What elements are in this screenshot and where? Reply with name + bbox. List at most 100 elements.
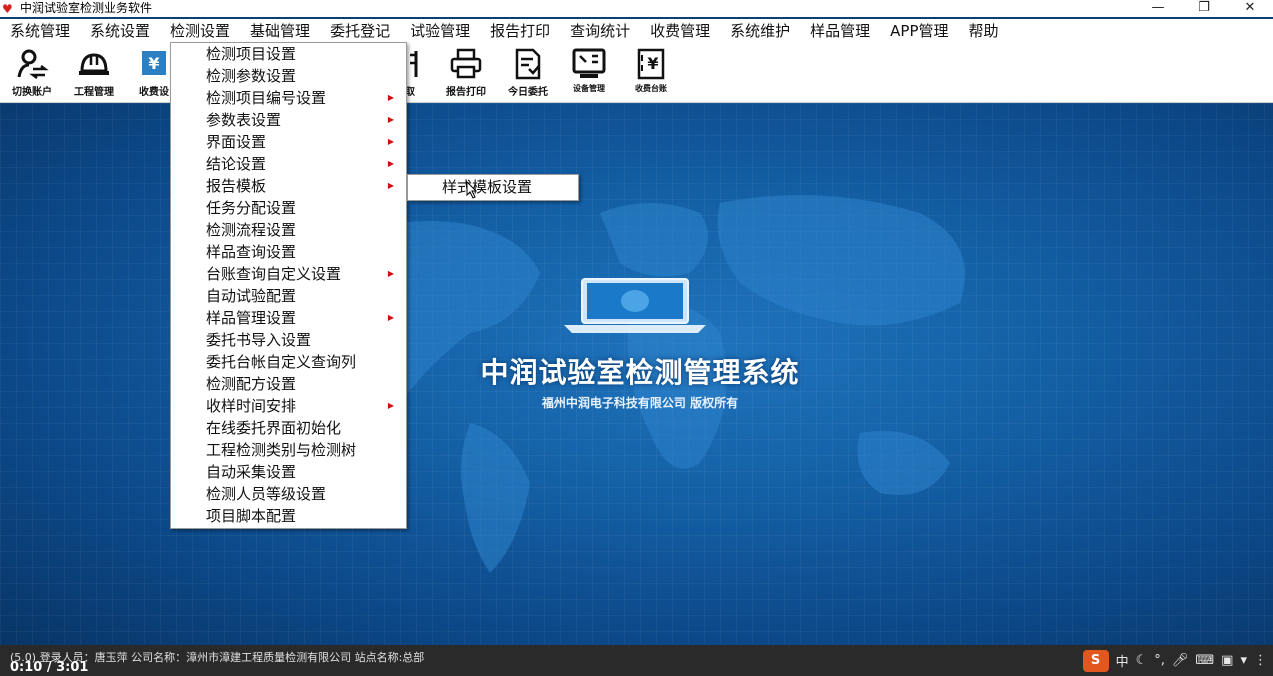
grid-icon[interactable]: ⋮ xyxy=(1254,653,1267,668)
menu-item-project-script[interactable]: 项目脚本配置 xyxy=(171,505,406,527)
yen-card-icon: ¥ xyxy=(142,51,166,75)
switch-account-label: 切换账户 xyxy=(12,87,52,98)
menu-item-label: 委托台帐自定义查询列 xyxy=(206,353,357,371)
menu-item-label: 参数表设置 xyxy=(206,111,282,129)
menu-item-param-table[interactable]: 参数表设置 ▶ xyxy=(171,109,406,131)
menu-sample-manage[interactable]: 样品管理 xyxy=(800,19,880,43)
menu-commission-register[interactable]: 委托登记 xyxy=(320,19,400,43)
test-settings-dropdown: 检测项目设置 检测参数设置 检测项目编号设置 ▶ 参数表设置 ▶ 界面设置 ▶ 结论设… xyxy=(170,42,407,529)
ime-toolbar: S 中 ☾ °, 🎤︎ ⌨ ▣ ▾ ⋮ xyxy=(1048,645,1273,676)
submenu-arrow-icon: ▶ xyxy=(387,401,394,410)
menu-item-label: 检测人员等级设置 xyxy=(206,485,327,503)
mouse-cursor-icon xyxy=(466,181,478,199)
equipment-manage-button[interactable]: 设备管理 xyxy=(559,47,619,101)
today-commission-label: 今日委托 xyxy=(508,87,548,98)
switch-account-button[interactable]: 切换账户 xyxy=(2,47,62,101)
menu-item-sample-query[interactable]: 样品查询设置 xyxy=(171,241,406,263)
menu-help[interactable]: 帮助 xyxy=(959,19,1009,43)
report-print-button[interactable]: 报告打印 xyxy=(436,47,496,101)
splash-title: 中润试验室检测管理系统 xyxy=(480,356,800,389)
menu-item-test-flow[interactable]: 检测流程设置 xyxy=(171,219,406,241)
hardhat-icon xyxy=(79,53,109,75)
restore-button[interactable]: ❐ xyxy=(1181,0,1227,17)
menu-item-label: 检测流程设置 xyxy=(206,221,297,239)
project-manage-label: 工程管理 xyxy=(74,87,114,98)
menu-system-manage[interactable]: 系统管理 xyxy=(0,19,80,43)
menu-item-ui-settings[interactable]: 界面设置 ▶ xyxy=(171,131,406,153)
menu-item-label: 台账查询自定义设置 xyxy=(206,265,342,283)
keyboard-icon[interactable]: ⌨ xyxy=(1195,653,1214,668)
menu-item-auto-collect[interactable]: 自动采集设置 xyxy=(171,461,406,483)
menu-item-task-assign[interactable]: 任务分配设置 xyxy=(171,197,406,219)
menu-item-style-template[interactable]: 样式模板设置 xyxy=(408,175,578,200)
menu-item-conclusion[interactable]: 结论设置 ▶ xyxy=(171,153,406,175)
menu-item-commission-import[interactable]: 委托书导入设置 xyxy=(171,329,406,351)
menu-item-label: 样品管理设置 xyxy=(206,309,297,327)
heart-icon: ♥ xyxy=(2,1,13,16)
menu-item-sample-manage[interactable]: 样品管理设置 ▶ xyxy=(171,307,406,329)
svg-text:¥: ¥ xyxy=(647,54,658,73)
minimize-button[interactable]: — xyxy=(1135,0,1181,17)
menu-item-label: 检测项目设置 xyxy=(206,45,297,63)
menu-item-report-template[interactable]: 报告模板 ▶ xyxy=(171,175,406,197)
fee-ledger-label: 收费台账 xyxy=(635,84,667,93)
menu-test-settings[interactable]: 检测设置 xyxy=(160,19,241,43)
menu-item-label: 收样时间安排 xyxy=(206,397,297,415)
menu-item-formula[interactable]: 检测配方设置 xyxy=(171,373,406,395)
sogou-logo-icon[interactable]: S xyxy=(1082,649,1109,672)
today-commission-button[interactable]: 今日委托 xyxy=(498,47,558,101)
close-button[interactable]: ✕ xyxy=(1227,0,1273,17)
menu-item-online-init[interactable]: 在线委托界面初始化 xyxy=(171,417,406,439)
submenu-arrow-icon: ▶ xyxy=(387,115,394,124)
menu-item-label: 结论设置 xyxy=(206,155,267,173)
equipment-manage-label: 设备管理 xyxy=(573,84,605,93)
menu-item-label: 自动采集设置 xyxy=(206,463,297,481)
submenu-arrow-icon: ▶ xyxy=(387,93,394,102)
menu-item-category-tree[interactable]: 工程检测类别与检测树 xyxy=(171,439,406,461)
menu-basic-manage[interactable]: 基础管理 xyxy=(240,19,320,43)
moon-icon[interactable]: ☾ xyxy=(1136,653,1148,668)
mic-icon[interactable]: 🎤︎ xyxy=(1172,653,1189,668)
video-time: 0:10 / 3:01 xyxy=(10,660,89,675)
title-bar: ♥ 中润试验室检测业务软件 — ❐ ✕ xyxy=(0,0,1273,17)
menu-item-sampling-schedule[interactable]: 收样时间安排 ▶ xyxy=(171,395,406,417)
menu-test-manage[interactable]: 试验管理 xyxy=(400,19,480,43)
laptop-logo-image xyxy=(564,278,706,333)
menu-item-label: 检测项目编号设置 xyxy=(206,89,327,107)
menu-item-label: 检测配方设置 xyxy=(206,375,297,393)
menu-item-label: 报告模板 xyxy=(206,177,267,195)
menu-item-label: 界面设置 xyxy=(206,133,267,151)
monitor-tool-icon xyxy=(572,48,606,78)
shirt-icon[interactable]: ▾ xyxy=(1240,653,1247,668)
submenu-arrow-icon: ▶ xyxy=(387,181,394,190)
menu-item-label: 任务分配设置 xyxy=(206,199,297,217)
menu-item-project-numbering[interactable]: 检测项目编号设置 ▶ xyxy=(171,87,406,109)
menu-item-label: 自动试验配置 xyxy=(206,287,297,305)
menu-item-ledger-columns[interactable]: 委托台帐自定义查询列 xyxy=(171,351,406,373)
menu-bar: 系统管理 系统设置 检测设置 基础管理 委托登记 试验管理 报告打印 查询统计 … xyxy=(0,19,1273,43)
printer-icon xyxy=(450,48,482,79)
project-manage-button[interactable]: 工程管理 xyxy=(64,47,124,101)
menu-item-test-param[interactable]: 检测参数设置 xyxy=(171,65,406,87)
menu-item-staff-level[interactable]: 检测人员等级设置 xyxy=(171,483,406,505)
fee-ledger-button[interactable]: ¥ 收费台账 xyxy=(621,47,681,101)
splash-subtitle: 福州中润电子科技有限公司 版权所有 xyxy=(541,396,739,410)
menu-report-print[interactable]: 报告打印 xyxy=(480,19,560,43)
menu-query-stats[interactable]: 查询统计 xyxy=(560,19,640,43)
window-controls: — ❐ ✕ xyxy=(1135,0,1273,17)
menu-system-maintain[interactable]: 系统维护 xyxy=(720,19,800,43)
menu-item-auto-test[interactable]: 自动试验配置 xyxy=(171,285,406,307)
window-title: 中润试验室检测业务软件 xyxy=(20,1,153,15)
svg-text:¥: ¥ xyxy=(148,54,159,73)
ime-mode-label[interactable]: 中 xyxy=(1116,651,1129,670)
toolbox-icon[interactable]: ▣ xyxy=(1221,653,1233,668)
menu-item-ledger-query[interactable]: 台账查询自定义设置 ▶ xyxy=(171,263,406,285)
menu-item-test-project[interactable]: 检测项目设置 xyxy=(171,43,406,65)
punct-icon[interactable]: °, xyxy=(1154,653,1165,668)
yen-ledger-icon: ¥ xyxy=(637,48,665,80)
menu-item-label: 样品查询设置 xyxy=(206,243,297,261)
menu-fee-manage[interactable]: 收费管理 xyxy=(640,19,720,43)
submenu-arrow-icon: ▶ xyxy=(387,159,394,168)
menu-app-manage[interactable]: APP管理 xyxy=(880,19,958,43)
menu-system-settings[interactable]: 系统设置 xyxy=(80,19,160,43)
